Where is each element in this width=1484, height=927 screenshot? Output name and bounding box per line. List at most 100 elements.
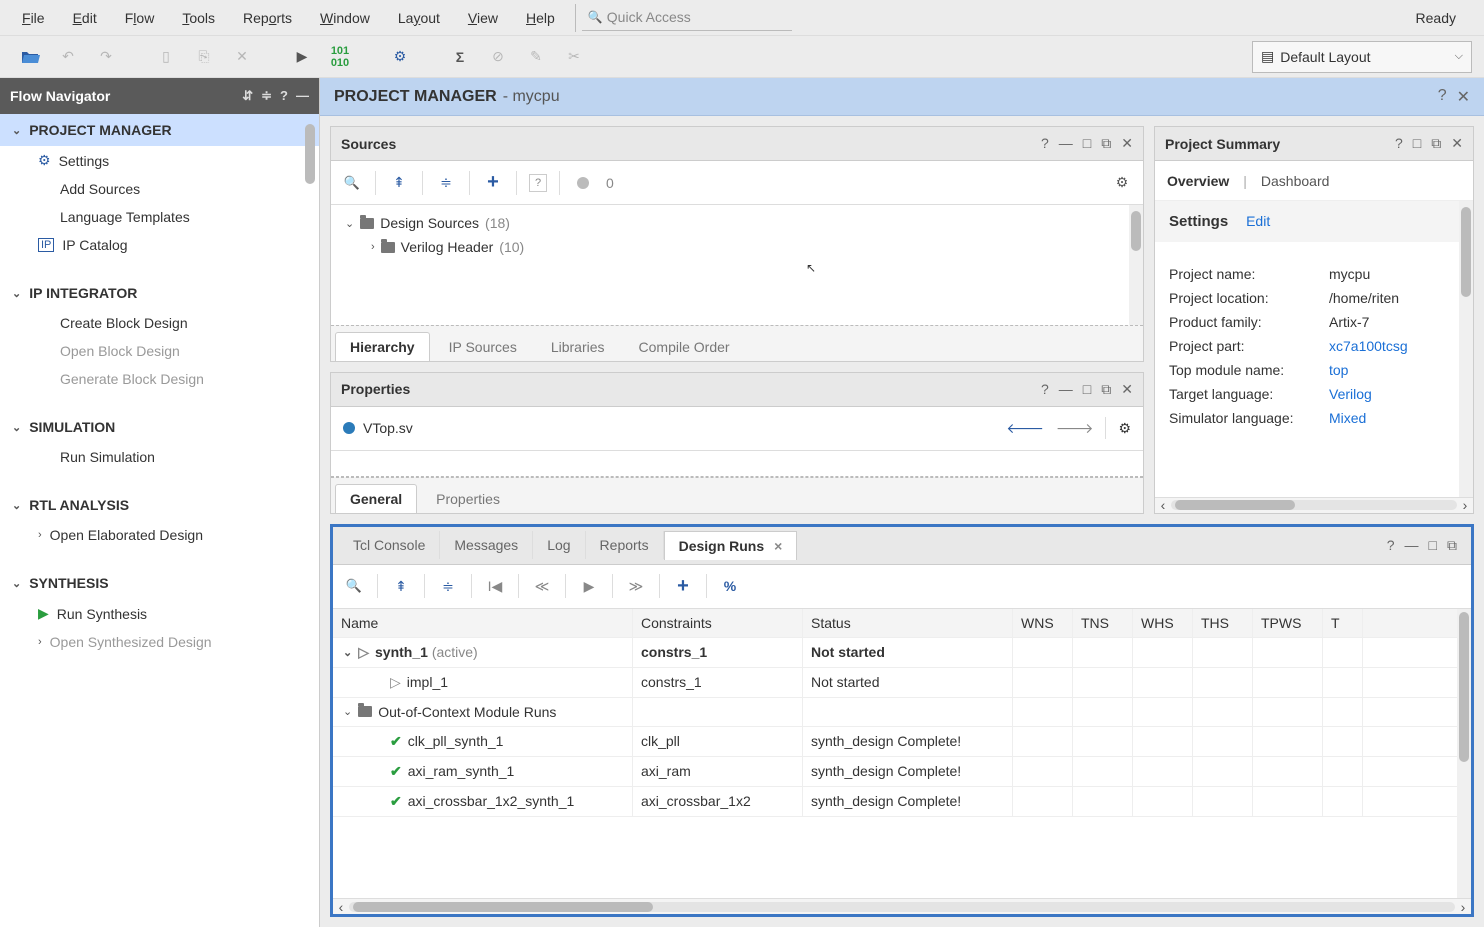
collapse-icon[interactable]: ⇵: [242, 88, 253, 104]
add-source-button[interactable]: +: [482, 172, 504, 194]
summary-maximize-icon[interactable]: □: [1413, 135, 1421, 152]
menu-reports[interactable]: Reports: [229, 6, 306, 30]
flow-section-simulation[interactable]: ⌄SIMULATION: [0, 411, 319, 443]
run-button[interactable]: ▶: [290, 45, 314, 69]
col-tpws[interactable]: TPWS: [1253, 609, 1323, 637]
question-box-icon[interactable]: ?: [529, 174, 547, 192]
summary-v-scrollbar[interactable]: [1459, 201, 1473, 497]
generate-bitstream-button[interactable]: 101010: [328, 45, 352, 69]
console-minimize-icon[interactable]: —: [1405, 537, 1419, 554]
prev-button[interactable]: 🡐: [1006, 420, 1044, 437]
flow-item-ip-catalog[interactable]: IPIP Catalog: [0, 231, 319, 259]
flow-item-add-sources[interactable]: Add Sources: [0, 175, 319, 203]
flow-item-run-simulation[interactable]: Run Simulation: [0, 443, 319, 471]
menu-help[interactable]: Help: [512, 6, 569, 30]
props-help-icon[interactable]: ?: [1041, 381, 1049, 398]
menu-file[interactable]: File: [8, 6, 59, 30]
summary-close-icon[interactable]: ✕: [1451, 135, 1463, 152]
runs-expand-button[interactable]: ≑: [437, 575, 459, 597]
sources-settings-button[interactable]: ⚙: [1111, 172, 1133, 194]
collapse-all-button[interactable]: ⇞: [388, 172, 410, 194]
scroll-left-icon[interactable]: ‹: [1155, 497, 1171, 513]
props-close-icon[interactable]: ✕: [1121, 381, 1133, 398]
sigma-button[interactable]: Σ: [448, 45, 472, 69]
sources-v-scrollbar[interactable]: [1129, 205, 1143, 325]
tree-row-design-sources[interactable]: ⌄ Design Sources (18): [331, 211, 1143, 235]
sources-close-icon[interactable]: ✕: [1121, 135, 1133, 152]
summary-value[interactable]: Verilog: [1329, 386, 1459, 402]
edit-link[interactable]: Edit: [1246, 213, 1270, 229]
tree-row-verilog-header[interactable]: › Verilog Header (10): [331, 235, 1143, 259]
table-row[interactable]: ▷impl_1constrs_1Not started: [333, 668, 1471, 698]
summary-help-icon[interactable]: ?: [1395, 135, 1403, 152]
runs-percent-button[interactable]: %: [719, 575, 741, 597]
menu-edit[interactable]: Edit: [59, 6, 111, 30]
flow-item-settings[interactable]: ⚙Settings: [0, 146, 319, 175]
col-wns[interactable]: WNS: [1013, 609, 1073, 637]
expand-icon[interactable]: ≑: [261, 88, 272, 104]
sources-minimize-icon[interactable]: —: [1059, 135, 1073, 152]
table-row[interactable]: ✔clk_pll_synth_1clk_pllsynth_design Comp…: [333, 727, 1471, 757]
tab-ip-sources[interactable]: IP Sources: [434, 332, 532, 361]
flow-section-rtl-analysis[interactable]: ⌄RTL ANALYSIS: [0, 489, 319, 521]
pm-close-icon[interactable]: ✕: [1457, 87, 1470, 107]
sources-search-button[interactable]: [341, 172, 363, 194]
tab-messages[interactable]: Messages: [440, 531, 533, 559]
cancel-button[interactable]: ⊘: [486, 45, 510, 69]
copy-button[interactable]: ▯: [154, 45, 178, 69]
props-minimize-icon[interactable]: —: [1059, 381, 1073, 398]
menu-window[interactable]: Window: [306, 6, 384, 30]
tab-overview[interactable]: Overview: [1167, 173, 1229, 189]
runs-add-button[interactable]: +: [672, 575, 694, 597]
tab-reports[interactable]: Reports: [586, 531, 664, 559]
console-restore-icon[interactable]: ⧉: [1447, 537, 1457, 554]
col-tns[interactable]: TNS: [1073, 609, 1133, 637]
tab-dashboard[interactable]: Dashboard: [1261, 173, 1330, 189]
open-project-button[interactable]: [18, 45, 42, 69]
runs-rewind-button[interactable]: ≪: [531, 575, 553, 597]
col-status[interactable]: Status: [803, 609, 1013, 637]
paste-button[interactable]: ⎘: [192, 45, 216, 69]
console-maximize-icon[interactable]: □: [1429, 537, 1437, 554]
table-row[interactable]: ✔axi_ram_synth_1axi_ramsynth_design Comp…: [333, 757, 1471, 787]
flow-nav-scrollbar[interactable]: [303, 114, 317, 927]
menu-layout[interactable]: Layout: [384, 6, 454, 30]
next-button[interactable]: 🡒: [1056, 420, 1094, 437]
flow-section-ip-integrator[interactable]: ⌄IP INTEGRATOR: [0, 277, 319, 309]
flow-section-project-manager[interactable]: ⌄PROJECT MANAGER: [0, 114, 319, 146]
runs-h-scrollbar[interactable]: ‹ ›: [333, 898, 1471, 914]
flow-item-run-synthesis[interactable]: ▶Run Synthesis: [0, 599, 319, 628]
tab-hierarchy[interactable]: Hierarchy: [335, 332, 430, 361]
menu-flow[interactable]: Flow: [111, 6, 169, 30]
summary-h-scrollbar[interactable]: ‹ ›: [1155, 497, 1473, 513]
sources-restore-icon[interactable]: ⧉: [1101, 135, 1111, 152]
runs-first-button[interactable]: I◀: [484, 575, 506, 597]
redo-button[interactable]: ↷: [94, 45, 118, 69]
tab-properties[interactable]: Properties: [421, 484, 515, 513]
layout-selector[interactable]: ▤ Default Layout ⌵: [1252, 41, 1472, 73]
sources-maximize-icon[interactable]: □: [1083, 135, 1091, 152]
console-help-icon[interactable]: ?: [1387, 537, 1395, 554]
menu-tools[interactable]: Tools: [168, 6, 229, 30]
tab-compile-order[interactable]: Compile Order: [624, 332, 745, 361]
summary-restore-icon[interactable]: ⧉: [1431, 135, 1441, 152]
runs-play-button[interactable]: ▶: [578, 575, 600, 597]
table-row[interactable]: ⌄Out-of-Context Module Runs: [333, 698, 1471, 727]
tool-a-button[interactable]: ✎: [524, 45, 548, 69]
col-ths[interactable]: THS: [1193, 609, 1253, 637]
tab-design-runs[interactable]: Design Runs×: [664, 531, 798, 560]
props-settings-button[interactable]: ⚙: [1118, 420, 1131, 437]
scroll-right-icon[interactable]: ›: [1457, 497, 1473, 513]
props-maximize-icon[interactable]: □: [1083, 381, 1091, 398]
quick-access-input[interactable]: 🔍 Quick Access: [582, 5, 792, 31]
col-name[interactable]: Name: [333, 609, 633, 637]
col-constraints[interactable]: Constraints: [633, 609, 803, 637]
table-row[interactable]: ⌄▷synth_1 (active)constrs_1Not started: [333, 638, 1471, 668]
tab-tcl-console[interactable]: Tcl Console: [339, 531, 440, 559]
runs-search-button[interactable]: [343, 575, 365, 597]
runs-v-scrollbar[interactable]: [1457, 609, 1471, 899]
expand-all-button[interactable]: ≑: [435, 172, 457, 194]
pm-help-icon[interactable]: ?: [1438, 87, 1447, 107]
settings-toolbar-button[interactable]: ⚙: [388, 45, 412, 69]
summary-value[interactable]: xc7a100tcsg: [1329, 338, 1459, 354]
